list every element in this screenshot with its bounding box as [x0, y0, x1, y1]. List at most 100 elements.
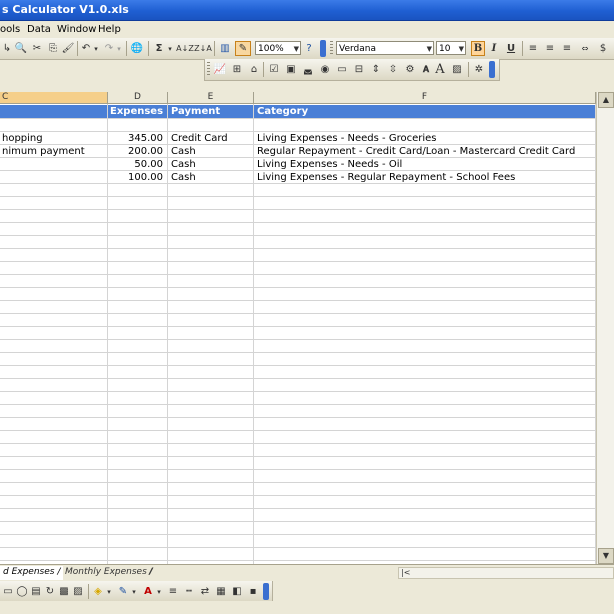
drawing-icon[interactable]: ✎	[235, 41, 251, 56]
autosum-dropdown-icon[interactable]: ▾	[167, 41, 173, 56]
menu-tools[interactable]: ools	[0, 24, 20, 35]
fill-dropdown-icon[interactable]: ▾	[106, 584, 112, 599]
table-cell[interactable]	[2, 119, 106, 132]
vertical-scrollbar[interactable]: ▲ ▼	[596, 92, 614, 564]
menu-data[interactable]: Data	[27, 24, 51, 35]
combobox-icon[interactable]: ⊟	[352, 62, 366, 77]
table-cell[interactable]: 345.00	[108, 132, 163, 145]
horizontal-scrollbar[interactable]: |<	[398, 567, 614, 579]
font-color-dropdown-icon[interactable]: ▾	[156, 584, 162, 599]
bold-button[interactable]: B	[471, 41, 485, 56]
bold-text-icon[interactable]: 𝐀	[420, 62, 432, 77]
textbox-icon[interactable]: ▤	[30, 584, 42, 599]
image-icon[interactable]: ▨	[450, 62, 464, 77]
menu-help[interactable]: Help	[98, 24, 121, 35]
sort-descending-icon[interactable]: Z↓A	[194, 41, 212, 56]
spinner-icon[interactable]: ⇳	[386, 62, 400, 77]
copy-icon[interactable]: ⎘	[46, 41, 60, 56]
rotate-icon[interactable]: ↻	[44, 584, 56, 599]
properties-icon[interactable]: ⚙	[403, 62, 417, 77]
toolbar-options-icon[interactable]	[489, 61, 495, 78]
font-name-select[interactable]: Verdana ▼	[336, 41, 434, 55]
listbox-icon[interactable]: ▭	[335, 62, 349, 77]
research-icon[interactable]: 🔍	[14, 41, 28, 56]
pivot-icon[interactable]: ⊞	[230, 62, 244, 77]
arrow-style-icon[interactable]: ⇄	[198, 584, 212, 599]
line-style-icon[interactable]: ≡	[166, 584, 180, 599]
option-button-icon[interactable]: ◉	[318, 62, 332, 77]
table-cell[interactable]: Living Expenses - Needs - Oil	[257, 158, 594, 171]
table-cell[interactable]: hopping	[2, 132, 106, 145]
more-shapes-icon[interactable]: ▪	[246, 584, 260, 599]
chart-wizard-icon[interactable]: ▥	[218, 41, 232, 56]
table-cell[interactable]: Living Expenses - Needs - Groceries	[257, 132, 594, 145]
scrollbar-icon[interactable]: ⇕	[369, 62, 383, 77]
table-cell[interactable]	[2, 171, 106, 184]
menu-window[interactable]: Window	[57, 24, 96, 35]
worksheet-grid[interactable]: C D E F G Expenses Payment Category hopp…	[0, 92, 596, 564]
table-cell[interactable]: Credit Card	[171, 132, 253, 145]
dash-style-icon[interactable]: ┅	[182, 584, 196, 599]
text-icon[interactable]: A	[433, 62, 447, 77]
column-header-d[interactable]: D	[108, 92, 168, 104]
table-cell[interactable]: Regular Repayment - Credit Card/Loan - M…	[257, 145, 594, 158]
header-cell-expenses[interactable]: Expenses	[110, 105, 163, 118]
tab-monthly-expenses[interactable]: Monthly Expenses /	[62, 566, 156, 580]
font-size-select[interactable]: 10 ▼	[436, 41, 466, 55]
clipart-icon[interactable]: ▩	[58, 584, 70, 599]
table-cell[interactable]	[108, 119, 163, 132]
redo-dropdown-icon[interactable]: ▾	[116, 41, 122, 56]
button-icon[interactable]: ◛	[301, 62, 315, 77]
table-cell[interactable]	[171, 119, 253, 132]
table-cell[interactable]: Living Expenses - Regular Repayment - Sc…	[257, 171, 594, 184]
table-cell[interactable]	[257, 119, 594, 132]
tab-new[interactable]: /	[146, 566, 155, 580]
scroll-down-icon[interactable]: ▼	[598, 548, 614, 564]
permission-icon[interactable]: ↳	[2, 41, 12, 56]
table-cell[interactable]: 200.00	[108, 145, 163, 158]
align-left-icon[interactable]: ≡	[526, 41, 540, 56]
label-icon[interactable]: ⌂	[247, 62, 261, 77]
picture-icon[interactable]: ▨	[72, 584, 84, 599]
design-mode-icon[interactable]: ✲	[472, 62, 486, 77]
sort-ascending-icon[interactable]: A↓Z	[176, 41, 194, 56]
underline-button[interactable]: U	[505, 41, 517, 56]
groupbox-icon[interactable]: ▣	[284, 62, 298, 77]
toolbar-grip[interactable]	[330, 41, 333, 56]
align-center-icon[interactable]: ≡	[543, 41, 557, 56]
tab-expenses[interactable]: d Expenses /	[0, 566, 64, 580]
fill-color-icon[interactable]: ◈	[92, 584, 104, 599]
table-cell[interactable]: Cash	[171, 158, 253, 171]
redo-icon[interactable]: ↷	[103, 41, 115, 56]
cut-icon[interactable]: ✂	[30, 41, 44, 56]
table-cell[interactable]: Cash	[171, 171, 253, 184]
rectangle-icon[interactable]: ▭	[2, 584, 14, 599]
checkbox-icon[interactable]: ☑	[267, 62, 281, 77]
line-dropdown-icon[interactable]: ▾	[131, 584, 137, 599]
table-cell[interactable]: 50.00	[108, 158, 163, 171]
table-cell[interactable]: Cash	[171, 145, 253, 158]
line-color-icon[interactable]: ✎	[116, 584, 130, 599]
header-cell-category[interactable]: Category	[257, 105, 308, 118]
oval-icon[interactable]: ◯	[16, 584, 28, 599]
font-color-icon[interactable]: A	[141, 584, 155, 599]
toolbar-options-icon[interactable]	[320, 40, 326, 57]
align-right-icon[interactable]: ≡	[560, 41, 574, 56]
scroll-up-icon[interactable]: ▲	[598, 92, 614, 108]
format-painter-icon[interactable]: 🖌	[62, 41, 75, 56]
undo-icon[interactable]: ↶	[80, 41, 92, 56]
column-header-f[interactable]: F	[254, 92, 596, 104]
table-cell[interactable]: nimum payment	[2, 145, 106, 158]
scroll-left-icon[interactable]: |<	[401, 568, 410, 577]
zoom-select[interactable]: 100% ▼	[255, 41, 301, 55]
shadow-icon[interactable]: ▦	[214, 584, 228, 599]
toolbar-grip[interactable]	[207, 62, 210, 77]
help-icon[interactable]: ?	[303, 41, 315, 56]
merge-center-icon[interactable]: ⇔	[578, 41, 592, 56]
toolbar-options-icon[interactable]	[263, 583, 269, 600]
table-cell[interactable]: 100.00	[108, 171, 163, 184]
header-cell-payment[interactable]: Payment	[171, 105, 220, 118]
undo-dropdown-icon[interactable]: ▾	[93, 41, 99, 56]
3d-icon[interactable]: ◧	[230, 584, 244, 599]
table-cell[interactable]	[2, 158, 106, 171]
